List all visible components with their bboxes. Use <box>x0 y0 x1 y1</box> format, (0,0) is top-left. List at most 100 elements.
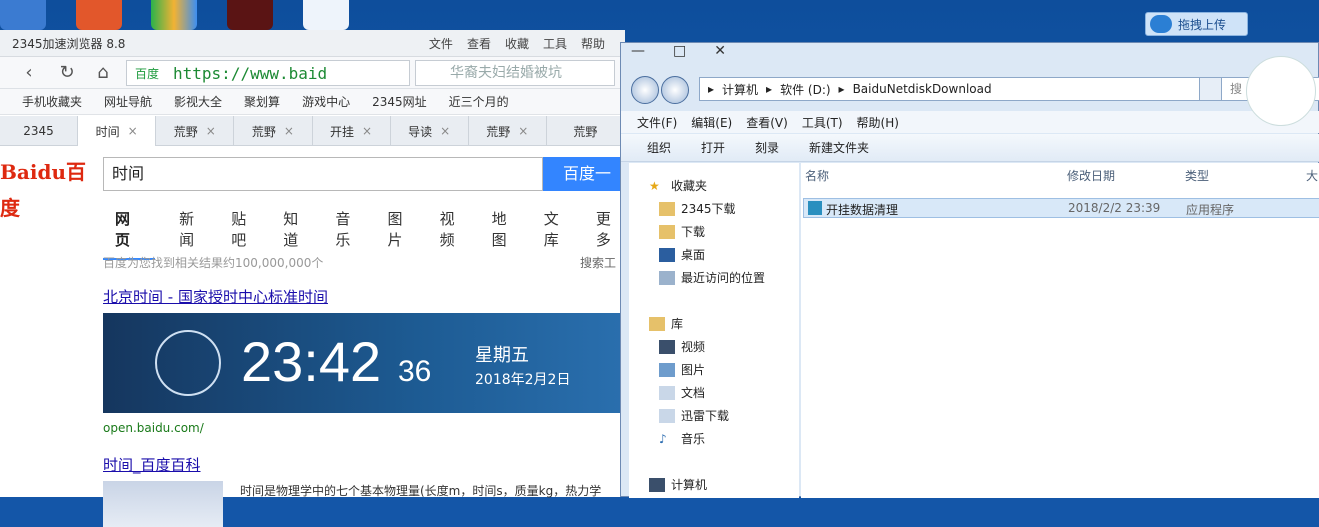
music-icon: ♪ <box>659 431 667 446</box>
address-bar[interactable]: 百度 https://www.baid <box>126 60 410 86</box>
sidebar-item-thunder-download[interactable]: 迅雷下载 <box>659 407 729 424</box>
baidu-search-input[interactable]: 时间 <box>103 157 543 191</box>
drag-upload-button[interactable]: 拖拽上传 <box>1145 12 1248 36</box>
path-segment[interactable]: 软件 (D:) <box>780 81 830 98</box>
maximize-icon[interactable]: □ <box>673 43 686 59</box>
category-item[interactable]: 图片 <box>387 208 415 260</box>
game-app-icon[interactable] <box>227 0 273 30</box>
chevron-right-icon: ▸ <box>766 82 773 96</box>
browser-tab[interactable]: 荒野 <box>547 116 625 146</box>
menu-help[interactable]: 帮助 <box>581 35 605 52</box>
sidebar-item-documents[interactable]: 文档 <box>659 384 705 401</box>
path-bar[interactable]: ▸ 计算机 ▸ 软件 (D:) ▸ BaiduNetdiskDownload <box>699 77 1211 101</box>
browser-tab-active[interactable]: 时间 × <box>78 116 157 146</box>
result2-title[interactable]: 时间_百度百科 <box>103 454 201 475</box>
column-date[interactable]: 修改日期 <box>1067 167 1115 184</box>
category-item[interactable]: 地图 <box>492 208 520 260</box>
tab-label: 开挂 <box>330 124 355 139</box>
browser-tab[interactable]: 导读 × <box>391 116 469 146</box>
category-item[interactable]: 贴吧 <box>231 208 259 260</box>
browser-search-input[interactable]: 华裔夫妇结婚被坑 <box>415 60 615 86</box>
browser-tab[interactable]: 荒野 × <box>156 116 235 146</box>
kite-icon[interactable] <box>1246 56 1316 126</box>
category-item[interactable]: 新闻 <box>179 208 207 260</box>
close-icon[interactable]: × <box>518 124 528 138</box>
browser-tab[interactable]: 2345 <box>0 116 79 146</box>
result1-title[interactable]: 北京时间 - 国家授时中心标准时间 <box>103 286 328 307</box>
sidebar-item-label: 库 <box>671 317 684 331</box>
fav-item[interactable]: 影视大全 <box>174 93 222 110</box>
column-size[interactable]: 大 <box>1306 167 1318 184</box>
sidebar-item-downloads[interactable]: 下载 <box>659 223 705 240</box>
close-icon[interactable]: × <box>128 124 138 138</box>
file-list: 名称 修改日期 类型 大 开挂数据清理 2018/2/2 23:39 应用程序 <box>801 163 1319 498</box>
presentation-app-icon[interactable] <box>76 0 122 30</box>
home-icon[interactable]: ⌂ <box>92 62 114 84</box>
menu-tools[interactable]: 工具 <box>543 35 567 52</box>
tab-label: 荒野 <box>486 124 511 139</box>
close-icon[interactable]: × <box>440 124 450 138</box>
menu-help[interactable]: 帮助(H) <box>857 114 899 131</box>
menu-file[interactable]: 文件 <box>429 35 453 52</box>
browser-tab[interactable]: 荒野 × <box>469 116 547 146</box>
column-type[interactable]: 类型 <box>1185 167 1209 184</box>
close-icon[interactable]: ✕ <box>714 43 726 59</box>
open-button[interactable]: 打开 <box>701 139 725 156</box>
sidebar-item-label: 桌面 <box>681 248 706 262</box>
back-icon[interactable]: ‹ <box>18 62 40 84</box>
forward-icon[interactable] <box>661 76 689 104</box>
sidebar-item-recent[interactable]: 最近访问的位置 <box>659 269 765 286</box>
colorful-app-icon[interactable] <box>151 0 197 30</box>
menu-tools[interactable]: 工具(T) <box>802 114 843 131</box>
result1-url[interactable]: open.baidu.com/ <box>103 421 204 435</box>
tab-label: 2345 <box>23 124 54 138</box>
baidu-logo[interactable]: Baidu百度 <box>0 154 95 220</box>
sidebar-item-music[interactable]: ♪ 音乐 <box>659 430 705 447</box>
refresh-icon[interactable]: ↻ <box>56 62 78 84</box>
fav-item[interactable]: 手机收藏夹 <box>22 93 82 110</box>
search-tools-link[interactable]: 搜索工 <box>580 254 616 271</box>
kite-app-icon[interactable] <box>303 0 349 30</box>
desktop-icon-1[interactable] <box>0 0 46 30</box>
sidebar-item-2345-download[interactable]: 2345下载 <box>659 200 736 217</box>
chevron-right-icon: ▸ <box>838 82 845 96</box>
path-segment[interactable]: BaiduNetdiskDownload <box>853 82 992 96</box>
fav-item[interactable]: 网址导航 <box>104 93 152 110</box>
path-segment[interactable]: 计算机 <box>722 81 758 98</box>
menu-favorites[interactable]: 收藏 <box>505 35 529 52</box>
fav-item[interactable]: 2345网址 <box>372 93 427 110</box>
sidebar-item-computer[interactable]: 计算机 <box>649 476 707 493</box>
close-icon[interactable]: × <box>284 124 294 138</box>
baidu-search-button[interactable]: 百度一下 <box>543 157 625 217</box>
minimize-icon[interactable]: — <box>631 43 645 59</box>
result2-thumbnail[interactable] <box>103 481 223 527</box>
sidebar-item-library[interactable]: 库 <box>649 315 683 332</box>
category-item[interactable]: 文库 <box>544 208 572 260</box>
fav-item[interactable]: 近三个月的 <box>449 93 509 110</box>
sidebar-item-favorites[interactable]: ★ 收藏夹 <box>649 177 707 194</box>
column-name[interactable]: 名称 <box>805 167 829 184</box>
file-row[interactable]: 开挂数据清理 2018/2/2 23:39 应用程序 <box>803 198 1319 218</box>
back-icon[interactable] <box>631 76 659 104</box>
organize-button[interactable]: 组织 <box>647 139 671 156</box>
fav-item[interactable]: 聚划算 <box>244 93 280 110</box>
category-item[interactable]: 视频 <box>440 208 468 260</box>
sidebar-item-video[interactable]: 视频 <box>659 338 705 355</box>
close-icon[interactable]: × <box>362 124 372 138</box>
new-folder-button[interactable]: 新建文件夹 <box>809 139 869 156</box>
menu-file[interactable]: 文件(F) <box>637 114 677 131</box>
category-item[interactable]: 音乐 <box>335 208 363 260</box>
close-icon[interactable]: × <box>206 124 216 138</box>
menu-view[interactable]: 查看(V) <box>746 114 788 131</box>
browser-tab[interactable]: 开挂 × <box>313 116 391 146</box>
browser-tab[interactable]: 荒野 × <box>234 116 313 146</box>
sidebar-item-desktop[interactable]: 桌面 <box>659 246 705 263</box>
fav-item[interactable]: 游戏中心 <box>302 93 350 110</box>
burn-button[interactable]: 刻录 <box>755 139 779 156</box>
menu-view[interactable]: 查看 <box>467 35 491 52</box>
menu-edit[interactable]: 编辑(E) <box>691 114 732 131</box>
category-web[interactable]: 网页 <box>103 208 156 260</box>
sidebar-item-pictures[interactable]: 图片 <box>659 361 705 378</box>
secure-site-label: 百度 <box>135 66 160 81</box>
category-item[interactable]: 知道 <box>283 208 311 260</box>
